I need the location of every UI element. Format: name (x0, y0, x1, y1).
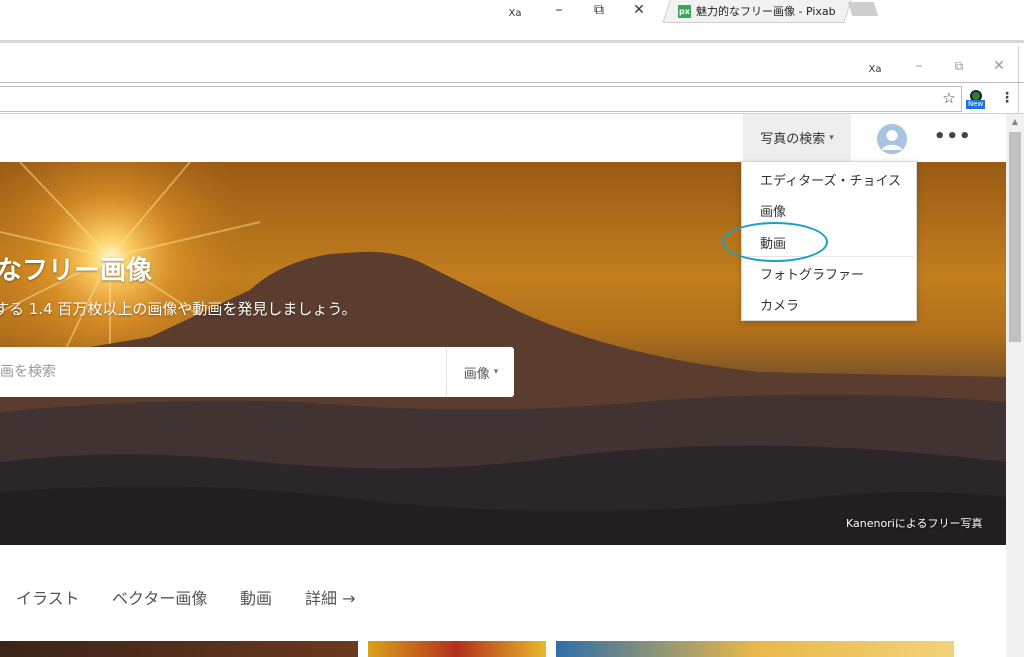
photo-credit-link[interactable]: Kanenoriによるフリー写真 (846, 515, 982, 531)
explore-label: 写真の検索 (760, 132, 826, 147)
search-input[interactable] (0, 347, 450, 397)
site-header (0, 114, 1006, 163)
chevron-down-icon: ▾ (493, 367, 499, 377)
hero-subtitle: する 1.4 百万枚以上の画像や動画を発見しましょう。 (0, 300, 357, 318)
category-videos[interactable]: 動画 (240, 585, 272, 609)
extension-badge: New (966, 100, 986, 109)
more-options-icon[interactable]: ••• (934, 126, 971, 148)
thumbnail-image[interactable] (368, 641, 546, 657)
annotation-highlight-circle (722, 222, 828, 262)
toolbar-divider (0, 82, 1024, 83)
user-avatar-icon[interactable] (877, 124, 907, 154)
hero-title: なフリー画像 (0, 256, 153, 286)
thumbnail-image[interactable] (0, 641, 358, 657)
menu-item-photographers[interactable]: フォトグラファー (760, 264, 864, 283)
window-edge (1018, 46, 1024, 114)
menu-item-cameras[interactable]: カメラ (760, 295, 799, 314)
menu-item-images[interactable]: 画像 (760, 201, 786, 220)
inner-restore-button[interactable]: ⧉ (948, 56, 970, 76)
bookmark-star-icon[interactable]: ☆ (940, 89, 958, 107)
extension-icon[interactable]: New (966, 88, 988, 110)
browser-tab-content[interactable]: px 魅力的なフリー画像 - Pixab ✕ (678, 3, 844, 19)
browser-menu-icon[interactable]: ⋮ (1000, 88, 1014, 108)
outer-minimize-button[interactable]: – (548, 0, 570, 20)
inner-translate-icon[interactable]: Xa (864, 60, 886, 80)
outer-close-button[interactable]: ✕ (628, 0, 650, 20)
category-vectors[interactable]: ベクター画像 (112, 585, 207, 609)
pixabay-favicon-icon: px (678, 4, 691, 18)
menu-item-editors-choice[interactable]: エディターズ・チョイス (760, 170, 901, 189)
category-more[interactable]: 詳細 → (305, 585, 356, 609)
inner-close-button[interactable]: ✕ (988, 56, 1010, 76)
explore-photos-menu-button[interactable]: 写真の検索 ▾ (743, 114, 851, 161)
browser-tab-title: 魅力的なフリー画像 - Pixab (696, 5, 836, 18)
inner-minimize-button[interactable]: – (908, 56, 930, 76)
scroll-up-arrow-icon[interactable]: ▲ (1009, 117, 1021, 127)
address-bar[interactable] (0, 86, 962, 112)
search-type-dropdown[interactable]: 画像 ▾ (446, 347, 515, 397)
category-illustrations[interactable]: イラスト (16, 585, 80, 609)
outer-restore-button[interactable]: ⧉ (588, 0, 610, 20)
scrollbar-thumb[interactable] (1009, 132, 1021, 342)
new-tab-button[interactable] (847, 2, 879, 16)
search-type-label: 画像 (463, 366, 490, 382)
outer-window-divider (0, 40, 1024, 43)
tab-close-icon[interactable]: ✕ (843, 5, 844, 18)
thumbnail-image[interactable] (556, 641, 954, 657)
outer-translate-icon[interactable]: Xa (504, 4, 526, 24)
chevron-down-icon: ▾ (829, 132, 834, 143)
